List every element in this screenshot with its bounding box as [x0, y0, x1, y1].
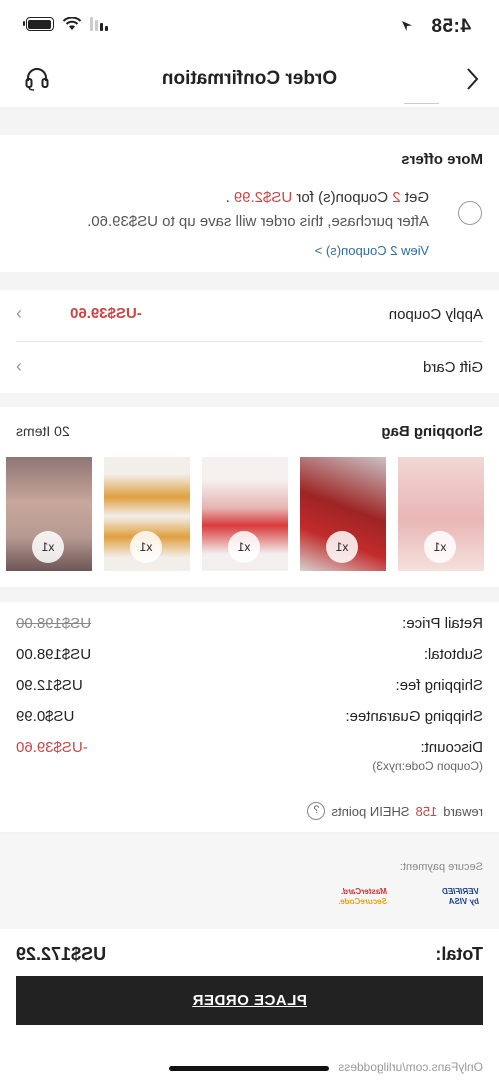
offer-coupon-price: US$2.99 — [233, 189, 293, 206]
navbar: Order Confirmation — [0, 52, 499, 107]
retail-price-value: US$198.00 — [16, 615, 92, 632]
more-offers-card: More offers Get 2 Coupon(s) for US$2.99 … — [0, 135, 499, 272]
apply-coupon-label: Apply Coupon — [388, 306, 483, 323]
product-thumbnail[interactable]: x1 — [300, 457, 386, 571]
product-thumbnail[interactable]: x1 — [398, 457, 484, 571]
gift-card-label: Gift Card — [422, 359, 483, 376]
reward-points: reward 158 SHEIN points ? — [307, 802, 483, 820]
visa-line1: VERIFIED — [442, 887, 479, 896]
status-icons — [26, 17, 108, 31]
shipping-fee-value: US$12.90 — [16, 677, 83, 694]
product-thumbnail[interactable]: x1 — [6, 457, 92, 571]
row-divider — [16, 341, 483, 342]
scroll-stub-divider — [404, 103, 439, 104]
wifi-icon — [62, 17, 82, 30]
home-indicator[interactable] — [169, 1066, 329, 1071]
reward-suffix: SHEIN points — [331, 803, 410, 819]
product-thumbnails: x1 x1 x1 x1 x1 — [6, 457, 484, 571]
discount-label: Discount: — [420, 739, 483, 756]
offer-savings-text: After purchase, this order will save up … — [87, 213, 429, 230]
gift-card-row[interactable]: Gift Card › — [0, 343, 499, 393]
verified-by-visa-logo: VERIFIED by VISA — [419, 887, 479, 913]
item-quantity: x1 — [130, 531, 162, 563]
discount-value: -US$39.60 — [16, 739, 88, 756]
retail-price-label: Retail Price: — [402, 615, 483, 632]
offer-coupon-count: 2 — [392, 189, 401, 206]
mc-line2: SecureCode. — [338, 897, 387, 906]
offer-coupon-text: Coupon(s) for — [296, 189, 389, 206]
cellular-signal-icon — [90, 17, 108, 31]
help-icon[interactable]: ? — [307, 802, 326, 820]
total-value: US$172.29 — [16, 944, 107, 964]
apply-coupon-value: -US$39.60 — [70, 305, 142, 322]
offer-period: . — [225, 189, 230, 206]
offer-get-text: Get — [404, 189, 429, 206]
place-order-button[interactable]: PLACE ORDER — [16, 976, 483, 1025]
secure-payment-section: Secure payment: VERIFIED by VISA MasterC… — [0, 835, 499, 929]
coupon-code-note: (Coupon Code:nyx3) — [372, 759, 483, 773]
order-confirmation-page: 4:58 Order Confirmation More offers Get … — [0, 0, 499, 1080]
customer-service-headset-icon[interactable] — [24, 66, 50, 92]
item-quantity: x1 — [228, 531, 260, 563]
view-coupons-link[interactable]: View 2 Coupon(s) > — [315, 243, 429, 258]
offer-radio-button[interactable] — [458, 201, 482, 225]
item-quantity: x1 — [32, 531, 64, 563]
total-label: Total: — [435, 944, 483, 964]
subtotal-value: US$198.00 — [16, 646, 92, 663]
mc-line1: MasterCard. — [340, 887, 387, 896]
chevron-right-icon: › — [16, 303, 22, 323]
shipping-guarantee-label: Shipping Guarantee: — [345, 708, 483, 725]
status-bar: 4:58 — [0, 0, 499, 52]
shopping-bag-count: 20 Items — [16, 423, 70, 439]
order-summary-card: Retail Price: US$198.00 Subtotal: US$198… — [0, 602, 499, 832]
shipping-guarantee-value: US$0.99 — [16, 708, 75, 725]
location-arrow-icon — [402, 21, 412, 31]
item-quantity: x1 — [424, 531, 456, 563]
reward-points-count: 158 — [415, 803, 438, 819]
coupon-giftcard-card: Apply Coupon -US$39.60 › Gift Card › — [0, 290, 499, 393]
subtotal-label: Subtotal: — [423, 646, 483, 663]
shopping-bag-card: Shopping Bag 20 Items x1 x1 x1 x1 x1 — [0, 407, 499, 587]
shopping-bag-title: Shopping Bag — [381, 423, 483, 440]
visa-line2: by VISA — [448, 897, 479, 906]
shipping-fee-label: Shipping fee: — [395, 677, 483, 694]
status-time: 4:58 — [430, 16, 471, 37]
secure-payment-label: Secure payment: — [399, 861, 483, 873]
total-row: Total: US$172.29 — [16, 944, 483, 970]
product-thumbnail[interactable]: x1 — [202, 457, 288, 571]
reward-prefix: reward — [443, 803, 483, 819]
item-quantity: x1 — [326, 531, 358, 563]
watermark-text: OnlyFans.com/urlilgoddess — [338, 1060, 483, 1074]
offer-description: Get 2 Coupon(s) for US$2.99 . — [226, 189, 429, 206]
page-title: Order Confirmation — [161, 68, 338, 89]
more-offers-title: More offers — [401, 151, 483, 168]
battery-icon — [26, 17, 54, 31]
mastercard-securecode-logo: MasterCard. SecureCode. — [327, 887, 387, 913]
chevron-right-icon: › — [16, 356, 22, 376]
apply-coupon-row[interactable]: Apply Coupon -US$39.60 › — [0, 290, 499, 340]
product-thumbnail[interactable]: x1 — [104, 457, 190, 571]
